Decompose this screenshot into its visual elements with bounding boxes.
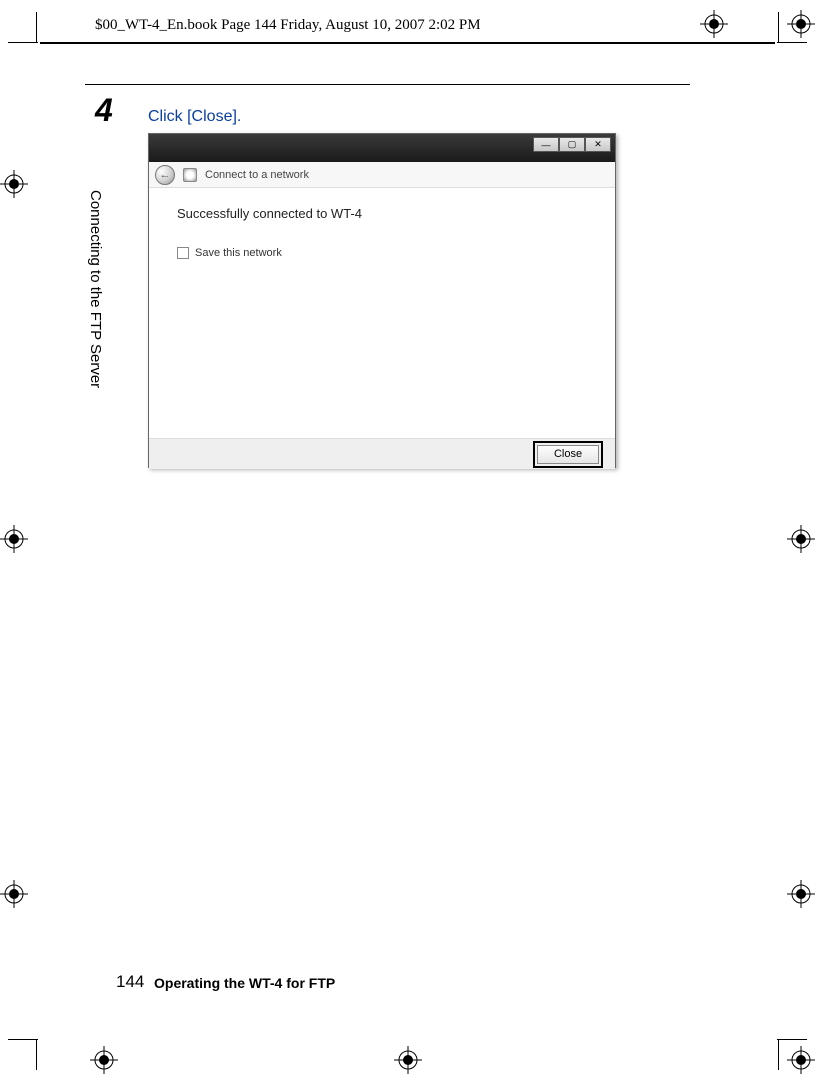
- registration-mark: [787, 880, 815, 908]
- registration-mark: [787, 1046, 815, 1074]
- registration-mark: [700, 10, 728, 38]
- step-instruction: Click [Close].: [148, 108, 241, 126]
- page-number: 144: [116, 972, 144, 992]
- close-button-highlight: Close: [533, 441, 603, 468]
- window-title: Connect to a network: [205, 169, 309, 181]
- window-body: Successfully connected to WT-4 Save this…: [149, 188, 615, 438]
- window-minimize-button[interactable]: —: [533, 137, 559, 152]
- section-rule: [85, 84, 690, 85]
- window-close-button[interactable]: ✕: [585, 137, 611, 152]
- registration-mark: [0, 525, 28, 553]
- sidebar-section-title: Connecting to the FTP Server: [87, 190, 104, 388]
- registration-mark: [0, 170, 28, 198]
- registration-mark: [0, 880, 28, 908]
- success-message: Successfully connected to WT-4: [177, 206, 587, 221]
- window-maximize-button[interactable]: ▢: [559, 137, 585, 152]
- doc-header: $00_WT-4_En.book Page 144 Friday, August…: [95, 17, 481, 34]
- registration-mark: [787, 10, 815, 38]
- window-footer: Close: [149, 438, 615, 469]
- step-number: 4: [95, 92, 113, 129]
- dialog-window: — ▢ ✕ ← Connect to a network Successfull…: [148, 133, 616, 468]
- header-rule: [40, 42, 775, 44]
- close-button[interactable]: Close: [537, 445, 599, 464]
- save-network-checkbox[interactable]: [177, 247, 189, 259]
- footer-title: Operating the WT-4 for FTP: [154, 975, 335, 991]
- window-subheader: ← Connect to a network: [149, 162, 615, 188]
- registration-mark: [787, 525, 815, 553]
- window-titlebar: — ▢ ✕: [149, 134, 615, 162]
- registration-mark: [394, 1046, 422, 1074]
- network-icon: [183, 168, 197, 182]
- registration-mark: [90, 1046, 118, 1074]
- back-button[interactable]: ←: [155, 165, 175, 185]
- save-network-label: Save this network: [195, 247, 282, 259]
